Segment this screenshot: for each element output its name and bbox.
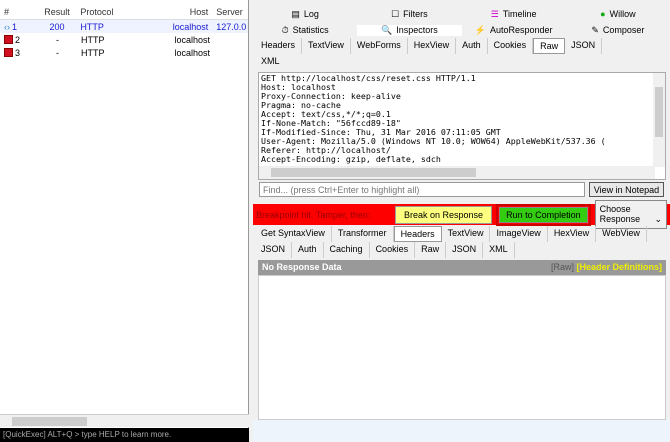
col-host[interactable]: Host [144, 7, 209, 17]
req-tab-textview[interactable]: TextView [302, 38, 351, 54]
session-result: - [56, 47, 59, 58]
req-tab-hexview[interactable]: HexView [408, 38, 457, 54]
session-id: 3 [15, 47, 21, 58]
response-inspector-tabs: Get SyntaxView Transformer Headers TextV… [253, 226, 670, 258]
tab-inspectors[interactable]: 🔍 Inspectors [357, 24, 462, 36]
find-input[interactable]: Find... (press Ctrl+Enter to highlight a… [259, 182, 585, 197]
col-server[interactable]: Server [208, 7, 248, 17]
log-icon: ▤ [291, 8, 300, 19]
session-id: 2 [15, 34, 21, 45]
run-label: Run to Completion [499, 206, 588, 223]
resp-tab-xml[interactable]: XML [483, 242, 515, 258]
breakpoint-bar: Breakpoint hit. Tamper, then: Break on R… [253, 200, 670, 229]
tab-label: Log [303, 9, 319, 19]
resp-tab-auth[interactable]: Auth [292, 242, 324, 258]
breakpoint-icon [4, 48, 13, 57]
session-protocol: HTTP [80, 21, 104, 32]
request-text[interactable]: GET http://localhost/css/reset.css HTTP/… [259, 73, 665, 165]
tab-label: Willow [609, 9, 636, 19]
view-in-notepad-button[interactable]: View in Notepad [589, 182, 664, 197]
raw-link[interactable]: [Raw] [551, 262, 574, 272]
resp-tab-caching[interactable]: Caching [324, 242, 370, 258]
run-to-completion-button[interactable]: Run to Completion [496, 203, 591, 226]
willow-tree-icon: ● [600, 9, 606, 19]
lightning-icon: ⚡ [474, 24, 486, 35]
req-tab-cookies[interactable]: Cookies [488, 38, 534, 54]
choose-response-dropdown[interactable]: Choose Response ⌄ [594, 200, 667, 229]
session-server: 127.0.0 [216, 21, 247, 32]
tab-log[interactable]: ▤ Log [253, 9, 357, 20]
checkbox-icon: ☐ [391, 8, 400, 19]
resp-tab-syntaxview[interactable]: Get SyntaxView [255, 226, 332, 242]
session-row[interactable]: ‹› 1 200 HTTP localhost 127.0.0 [0, 20, 248, 33]
tab-willow[interactable]: ● Willow [566, 9, 670, 19]
col-result[interactable]: Result [40, 7, 75, 17]
tab-composer[interactable]: ✎ Composer [566, 25, 670, 36]
dropdown-value: Choose Response [599, 204, 641, 224]
req-tab-auth[interactable]: Auth [456, 38, 488, 54]
break-on-response-button[interactable]: Break on Response [395, 205, 493, 224]
req-tab-raw[interactable]: Raw [533, 38, 566, 54]
session-row[interactable]: 2 - HTTP localhost [0, 33, 248, 46]
breakpoint-icon [4, 35, 13, 44]
tab-label: Filters [403, 9, 428, 19]
session-host: localhost [174, 47, 210, 58]
horizontal-scrollbar[interactable] [259, 166, 655, 179]
stopwatch-icon: ⏱ [281, 24, 289, 35]
timeline-icon: ☰ [490, 8, 499, 19]
session-host: localhost [174, 34, 210, 45]
tab-filters[interactable]: ☐ Filters [357, 9, 461, 20]
status-area [253, 420, 670, 442]
req-tab-headers[interactable]: Headers [255, 38, 303, 54]
composer-icon: ✎ [591, 24, 599, 35]
request-inspector-tabs: Headers TextView WebForms HexView Auth C… [253, 38, 670, 70]
tab-label: Statistics [292, 25, 329, 35]
tab-timeline[interactable]: ☰ Timeline [462, 9, 566, 20]
magnifier-icon: 🔍 [381, 24, 393, 35]
tab-autoresponder[interactable]: ⚡ AutoResponder [462, 25, 566, 36]
chevron-down-icon: ⌄ [654, 214, 662, 224]
tab-label: AutoResponder [489, 25, 553, 35]
header-definitions-link[interactable]: [Header Definitions] [576, 262, 662, 272]
resp-tab-transformer[interactable]: Transformer [332, 226, 394, 242]
req-tab-json[interactable]: JSON [565, 38, 603, 54]
raw-request-text[interactable]: GET http://localhost/css/reset.css HTTP/… [258, 72, 666, 180]
horizontal-scrollbar[interactable] [0, 414, 249, 427]
resp-tab-json2[interactable]: JSON [446, 242, 484, 258]
resp-tab-hexview[interactable]: HexView [548, 226, 597, 242]
response-header-bar: No Response Data [Raw] [Header Definitio… [258, 260, 666, 275]
req-tab-xml[interactable]: XML [255, 54, 670, 70]
req-tab-webforms[interactable]: WebForms [351, 38, 408, 54]
request-arrows-icon: ‹› [4, 21, 10, 32]
col-protocol[interactable]: Protocol [74, 7, 143, 17]
resp-tab-json[interactable]: JSON [255, 242, 293, 258]
resp-tab-headers[interactable]: Headers [393, 226, 442, 242]
session-row[interactable]: 3 - HTTP localhost [0, 46, 248, 59]
tab-statistics[interactable]: ⏱ Statistics [253, 25, 357, 36]
tab-label: Inspectors [396, 25, 438, 35]
resp-tab-cookies[interactable]: Cookies [370, 242, 416, 258]
quickexec-bar[interactable]: [QuickExec] ALT+Q > type HELP to learn m… [0, 428, 249, 442]
tab-label: Composer [602, 25, 645, 35]
session-protocol: HTTP [81, 34, 105, 45]
resp-tab-webview[interactable]: WebView [596, 226, 647, 242]
session-result: - [56, 34, 59, 45]
col-number[interactable]: # [0, 7, 40, 17]
sessions-header: # Result Protocol Host Server [0, 0, 248, 20]
session-result: 200 [49, 21, 65, 32]
resp-tab-imageview[interactable]: ImageView [490, 226, 548, 242]
tab-label: Timeline [502, 9, 537, 19]
session-host: localhost [172, 21, 209, 32]
session-protocol: HTTP [81, 47, 105, 58]
response-headers-area [258, 275, 666, 420]
vertical-scrollbar[interactable] [653, 73, 665, 167]
session-id: 1 [12, 21, 18, 32]
breakpoint-text: Breakpoint hit. Tamper, then: [256, 209, 371, 220]
resp-tab-raw[interactable]: Raw [415, 242, 447, 258]
sessions-list[interactable]: # Result Protocol Host Server ‹› 1 200 HT… [0, 0, 249, 428]
resp-tab-textview[interactable]: TextView [442, 226, 491, 242]
no-response-label: No Response Data [262, 262, 342, 272]
